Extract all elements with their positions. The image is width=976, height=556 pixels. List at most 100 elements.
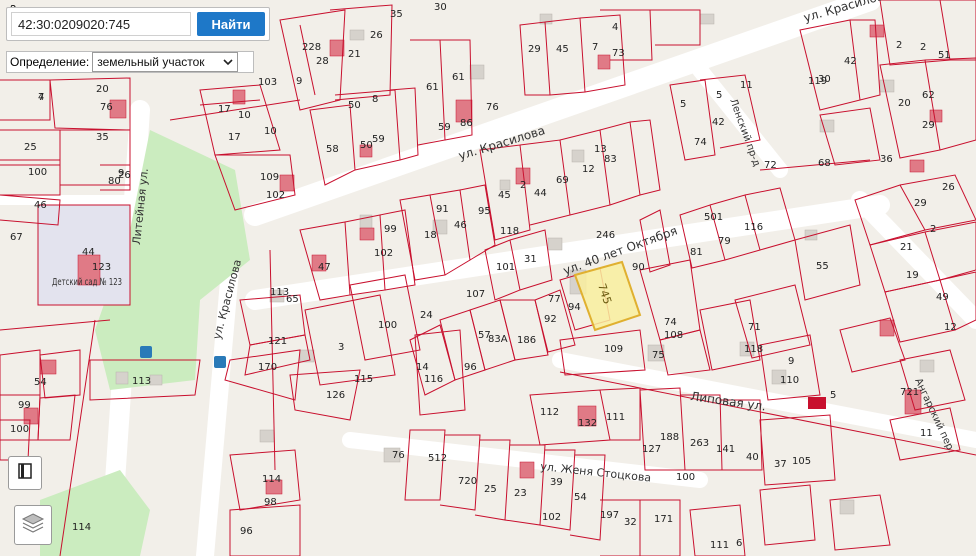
parcel-number-label: 73 bbox=[612, 48, 625, 59]
definition-panel: Определение: земельный участок bbox=[6, 51, 254, 73]
parcel-number-label: 105 bbox=[792, 456, 811, 467]
parcel-number-label: 80 bbox=[108, 176, 121, 187]
parcel-number-label: 36 bbox=[880, 154, 893, 165]
parcel-number-label: 49 bbox=[936, 292, 949, 303]
parcel-number-label: 54 bbox=[574, 492, 587, 503]
parcel-number-label: 10 bbox=[238, 110, 251, 121]
parcel-number-label: 721 bbox=[900, 387, 919, 398]
parcel-number-label: 6 bbox=[736, 538, 742, 549]
parcel-number-label: 71 bbox=[748, 322, 761, 333]
parcel-number-label: 20 bbox=[96, 84, 109, 95]
kindergarten-label: Детский сад № 123 bbox=[52, 277, 122, 288]
parcel-number-label: 28 bbox=[316, 56, 329, 67]
parcel-number-label: 7 bbox=[592, 42, 598, 53]
parcel-number-label: 9 bbox=[296, 76, 302, 87]
parcel-number-label: 29 bbox=[914, 198, 927, 209]
parcel-number-label: 46 bbox=[454, 220, 467, 231]
parcel-number-label: 13 bbox=[594, 144, 607, 155]
parcel-number-label: 32 bbox=[624, 517, 637, 528]
parcel-number-label: 75 bbox=[652, 350, 665, 361]
parcel-number-label: 107 bbox=[466, 289, 485, 300]
parcel-number-label: 123 bbox=[92, 262, 111, 273]
parcel-number-label: 94 bbox=[568, 302, 581, 313]
parcel-number-label: 109 bbox=[260, 172, 279, 183]
parcel-number-label: 132 bbox=[578, 418, 597, 429]
parcel-number-label: 37 bbox=[774, 459, 787, 470]
parcel-number-label: 99 bbox=[18, 400, 31, 411]
parcel-number-label: 86 bbox=[460, 118, 473, 129]
parcel-number-label: 116 bbox=[744, 222, 763, 233]
red-marker bbox=[808, 397, 826, 409]
parcel-number-label: 10 bbox=[264, 126, 277, 137]
parcel-number-label: 118 bbox=[500, 226, 519, 237]
search-button[interactable]: Найти bbox=[197, 12, 265, 36]
parcel-number-label: 76 bbox=[392, 450, 405, 461]
parcel-number-label: 30 bbox=[434, 2, 447, 13]
parcel-number-label: 61 bbox=[426, 82, 439, 93]
parcel-number-label: 4 bbox=[38, 92, 44, 103]
parcel-number-label: 29 bbox=[922, 120, 935, 131]
parcel-number-label: 50 bbox=[348, 100, 361, 111]
parcel-number-label: 110 bbox=[780, 375, 799, 386]
parcel-number-label: 197 bbox=[600, 510, 619, 521]
parcel-number-label: 77 bbox=[548, 294, 561, 305]
parcel-number-label: 26 bbox=[370, 30, 383, 41]
chevron-down-icon bbox=[222, 55, 233, 69]
parcel-number-label: 114 bbox=[262, 474, 281, 485]
parcel-number-label: 5 bbox=[830, 390, 836, 401]
parcel-number-label: 39 bbox=[550, 477, 563, 488]
parcel-number-label: 21 bbox=[348, 49, 361, 60]
parcel-number-label: 68 bbox=[818, 158, 831, 169]
parcel-number-label: 102 bbox=[374, 248, 393, 259]
parcel-number-label: 2 bbox=[920, 42, 926, 53]
parcel-number-label: 44 bbox=[534, 188, 547, 199]
parcel-number-label: 188 bbox=[660, 432, 679, 443]
parcel-number-label: 109 bbox=[604, 344, 623, 355]
parcel-number-label: 42 bbox=[712, 117, 725, 128]
parcel-number-label: 170 bbox=[258, 362, 277, 373]
parcel-number-label: 101 bbox=[496, 262, 515, 273]
parcel-number-label: 14 bbox=[416, 362, 429, 373]
parcel-number-label: 50 bbox=[360, 140, 373, 151]
parcel-number-label: 45 bbox=[556, 44, 569, 55]
parcel-number-label: 76 bbox=[100, 102, 113, 113]
parcel-number-label: 100 bbox=[378, 320, 397, 331]
parcel-number-label: 95 bbox=[478, 206, 491, 217]
parcel-number-label: 186 bbox=[517, 335, 536, 346]
parcel-number-label: 25 bbox=[484, 484, 497, 495]
parcel-number-label: 8 bbox=[372, 94, 378, 105]
parcel-number-label: 46 bbox=[34, 200, 47, 211]
parcel-number-label: 47 bbox=[318, 262, 331, 273]
parcel-number-label: 11 bbox=[740, 80, 753, 91]
definition-select[interactable]: земельный участок bbox=[92, 52, 238, 72]
parcel-number-label: 12 bbox=[582, 164, 595, 175]
parcel-number-label: 83 bbox=[604, 154, 617, 165]
search-input[interactable] bbox=[11, 12, 191, 36]
layers-button[interactable] bbox=[14, 505, 52, 545]
parcel-number-label: 103 bbox=[258, 77, 277, 88]
parcel-number-label: 4 bbox=[612, 22, 618, 33]
parcel-number-label: 5 bbox=[716, 90, 722, 101]
search-panel: Найти bbox=[6, 7, 270, 41]
parcel-number-label: 26 bbox=[942, 182, 955, 193]
parcel-number-label: 100 bbox=[676, 472, 695, 483]
parcel-number-label: 171 bbox=[654, 514, 673, 525]
parcel-number-label: 58 bbox=[326, 144, 339, 155]
parcel-number-label: 18 bbox=[424, 230, 437, 241]
parcel-number-label: 108 bbox=[664, 330, 683, 341]
parcel-number-label: 59 bbox=[438, 122, 451, 133]
parcel-number-label: 114 bbox=[72, 522, 91, 533]
map-legend-button[interactable] bbox=[8, 456, 42, 490]
parcel-number-label: 40 bbox=[746, 452, 759, 463]
parcel-number-label: 116 bbox=[424, 374, 443, 385]
parcel-number-label: 21 bbox=[900, 242, 913, 253]
parcel-number-label: 9 bbox=[788, 356, 794, 367]
parcel-number-label: 118 bbox=[744, 344, 763, 355]
layers-icon bbox=[21, 512, 45, 538]
parcel-number-label: 17 bbox=[218, 104, 231, 115]
parcel-number-label: 119 bbox=[808, 76, 827, 87]
parcel-number-label: 2 bbox=[520, 180, 526, 191]
parcel-number-label: 501 bbox=[704, 212, 723, 223]
parcel-number-label: 83А bbox=[488, 334, 508, 345]
cadastral-map[interactable]: ул. Красилова ул. 40 лет Октября ул. Кра… bbox=[0, 0, 976, 556]
